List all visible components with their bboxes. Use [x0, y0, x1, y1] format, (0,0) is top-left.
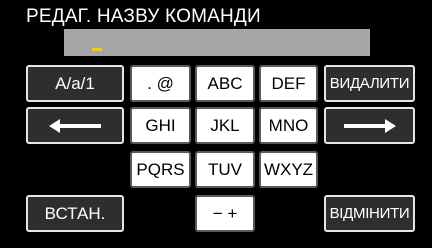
key-abc[interactable]: ABC — [195, 65, 255, 102]
key-minus-plus[interactable]: − + — [195, 195, 255, 232]
arrow-right-icon — [343, 118, 396, 133]
set-button[interactable]: ВСТАН. — [26, 195, 124, 232]
key-def[interactable]: DEF — [259, 65, 318, 102]
key-ghi[interactable]: GHI — [130, 107, 191, 144]
key-jkl[interactable]: JKL — [195, 107, 255, 144]
key-wxyz[interactable]: WXYZ — [259, 151, 318, 188]
key-mno[interactable]: MNO — [259, 107, 318, 144]
cancel-button[interactable]: ВІДМІНИТИ — [324, 195, 415, 232]
arrow-left-icon — [49, 118, 101, 133]
screen-title: РЕДАГ. НАЗВУ КОМАНДИ — [26, 6, 261, 27]
text-cursor — [92, 48, 102, 51]
key-punctuation[interactable]: . @ — [130, 65, 191, 102]
cursor-left-button[interactable] — [26, 107, 124, 144]
key-tuv[interactable]: TUV — [195, 151, 255, 188]
key-pqrs[interactable]: PQRS — [130, 151, 191, 188]
name-input-field[interactable] — [64, 29, 370, 56]
mode-toggle-button[interactable]: A/a/1 — [26, 65, 124, 102]
delete-button[interactable]: ВИДАЛИТИ — [324, 65, 415, 102]
cursor-right-button[interactable] — [324, 107, 415, 144]
